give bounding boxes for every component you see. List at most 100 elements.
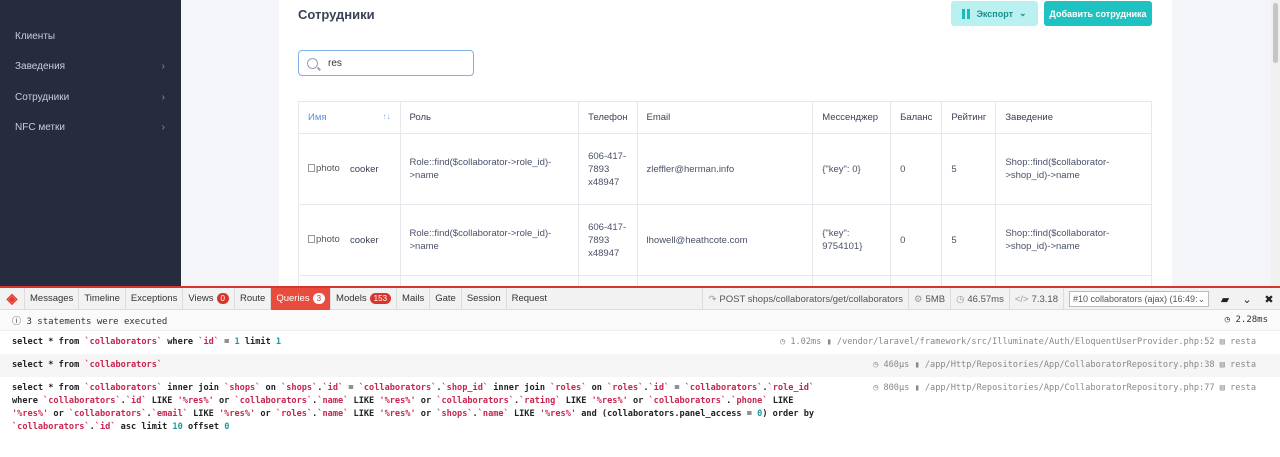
tab-mails[interactable]: Mails xyxy=(396,287,429,310)
minimize-icon[interactable]: ⌄ xyxy=(1236,288,1258,310)
sidebar-item-label: Заведения xyxy=(15,60,66,72)
php-version-info: </> 7.3.18 xyxy=(1008,288,1063,310)
cell-name: photo cooker xyxy=(298,133,401,205)
export-label: Экспорт xyxy=(976,8,1013,19)
request-info: ↷ POST shops/collaborators/get/collaborat… xyxy=(702,288,908,310)
clock-icon: ◷ xyxy=(956,293,965,305)
cell-rating: 5 xyxy=(941,204,997,276)
chevron-right-icon: › xyxy=(161,121,165,133)
column-header-email[interactable]: Email xyxy=(636,101,814,134)
column-header-name[interactable]: Имя ↑↓ xyxy=(298,101,401,134)
main-content: Сотрудники Экспорт ⌄ Добавить сотрудника… xyxy=(181,0,1280,286)
tab-timeline[interactable]: Timeline xyxy=(78,287,125,310)
memory-info: ⚙ 5MB xyxy=(908,288,950,310)
column-header-phone[interactable]: Телефон xyxy=(578,101,638,134)
cell-phone: 606-417-7893 x48947 xyxy=(578,133,638,205)
table-row[interactable]: photo cooker Role::find($collaborator->r… xyxy=(298,133,1152,205)
query-row[interactable]: select * from `collaborators` ◷ 460μs ▮ … xyxy=(0,354,1280,377)
tab-models[interactable]: Models 153 xyxy=(330,287,396,310)
tab-request[interactable]: Request xyxy=(505,287,552,310)
tab-views[interactable]: Views 0 xyxy=(182,287,234,310)
tab-gate[interactable]: Gate xyxy=(429,287,461,310)
search-icon xyxy=(307,57,318,69)
table-header-row: Имя ↑↓ Роль Телефон Email Мессенджер Бала… xyxy=(298,101,1152,134)
export-icon xyxy=(962,8,971,19)
close-icon[interactable]: ✖ xyxy=(1258,288,1280,310)
chevron-right-icon: › xyxy=(161,60,165,72)
column-header-role[interactable]: Роль xyxy=(399,101,580,134)
page-title: Сотрудники xyxy=(298,7,375,22)
cell-rating: 5 xyxy=(941,133,997,205)
dataset-select[interactable]: #10 collaborators (ajax) (16:49: ⌄ xyxy=(1069,291,1209,307)
chevron-down-icon: ⌄ xyxy=(1018,8,1027,18)
table-row[interactable]: photo cooker Role::find($collaborator->r… xyxy=(298,204,1152,276)
scrollbar-thumb[interactable] xyxy=(1273,3,1278,63)
avatar: photo xyxy=(308,234,342,246)
query-meta: ◷ 800μs ▮ /app/Http/Repositories/App/Col… xyxy=(873,383,1256,393)
cell-balance: 0 xyxy=(890,204,943,276)
cell-name: photo cooker xyxy=(298,204,401,276)
folder-icon[interactable]: ▰ xyxy=(1214,288,1236,310)
search-input[interactable] xyxy=(328,57,468,69)
share-icon: ↷ xyxy=(708,293,717,305)
tab-route[interactable]: Route xyxy=(233,287,270,310)
cell-shop: Shop::find($collaborator->shop_id)->name xyxy=(995,133,1152,205)
laravel-logo-icon[interactable]: ◈ xyxy=(0,288,24,310)
cell-email: lhowell@heathcote.com xyxy=(636,204,814,276)
sidebar: Клиенты Заведения › Сотрудники › NFC мет… xyxy=(0,0,181,286)
sidebar-item-collaborators[interactable]: Сотрудники › xyxy=(0,82,181,112)
tab-queries[interactable]: Queries 3 xyxy=(270,287,331,310)
tab-exceptions[interactable]: Exceptions xyxy=(124,287,182,310)
debugbar: ◈ Messages Timeline Exceptions Views 0 Ro… xyxy=(0,286,1280,457)
clock-icon: ◷ xyxy=(1224,315,1231,325)
sidebar-item-label: Клиенты xyxy=(15,30,56,42)
views-badge: 0 xyxy=(216,293,229,304)
query-sql: select * from `collaborators` xyxy=(12,360,163,370)
query-row[interactable]: select * from `collaborators` inner join… xyxy=(0,377,1280,439)
page-scrollbar[interactable] xyxy=(1271,0,1280,286)
debugbar-header: ◈ Messages Timeline Exceptions Views 0 Ro… xyxy=(0,287,1280,310)
sidebar-item-nfc[interactable]: NFC метки › xyxy=(0,112,181,142)
tab-session[interactable]: Session xyxy=(460,287,506,310)
query-meta: ◷ 1.02ms ▮ /vendor/laravel/framework/src… xyxy=(779,337,1256,347)
column-header-messenger[interactable]: Мессенджер xyxy=(812,101,892,134)
collaborators-table: Имя ↑↓ Роль Телефон Email Мессенджер Бала… xyxy=(298,101,1152,286)
app: Клиенты Заведения › Сотрудники › NFC мет… xyxy=(0,0,1280,457)
sidebar-item-label: Сотрудники xyxy=(15,91,70,103)
query-sql: select * from `collaborators` where `id`… xyxy=(12,337,282,347)
sidebar-item-clients[interactable]: Клиенты xyxy=(0,21,181,51)
info-icon: ⓘ xyxy=(12,316,22,327)
debugbar-status: ↷ POST shops/collaborators/get/collaborat… xyxy=(702,288,1280,310)
column-header-balance[interactable]: Баланс xyxy=(890,101,943,134)
models-badge: 153 xyxy=(369,293,392,304)
sort-icon: ↑↓ xyxy=(382,112,391,121)
export-button[interactable]: Экспорт ⌄ xyxy=(951,1,1038,26)
collaborator-name: cooker xyxy=(350,234,379,246)
column-header-rating[interactable]: Рейтинг xyxy=(941,101,997,134)
code-icon: </> xyxy=(1014,293,1029,305)
cell-role: Role::find($collaborator->role_id)->name xyxy=(399,133,580,205)
time-info: ◷ 46.57ms xyxy=(950,288,1009,310)
collaborator-name: cooker xyxy=(350,163,379,175)
cell-messenger: {"key": 0} xyxy=(812,133,892,205)
cell-phone: 606-417-7893 x48947 xyxy=(578,204,638,276)
query-sql: select * from `collaborators` inner join… xyxy=(12,383,815,432)
query-row[interactable]: select * from `collaborators` where `id`… xyxy=(0,331,1280,354)
column-header-shop[interactable]: Заведение xyxy=(995,101,1152,134)
queries-badge: 3 xyxy=(312,293,326,304)
avatar: photo xyxy=(308,163,342,175)
chevron-down-icon: ⌄ xyxy=(1197,293,1206,304)
sidebar-item-shops[interactable]: Заведения › xyxy=(0,51,181,81)
search-box xyxy=(298,50,474,76)
sidebar-item-label: NFC метки xyxy=(15,121,65,133)
collaborators-card: Сотрудники Экспорт ⌄ Добавить сотрудника… xyxy=(279,0,1172,286)
tab-messages[interactable]: Messages xyxy=(24,287,78,310)
add-collaborator-button[interactable]: Добавить сотрудника xyxy=(1044,1,1152,26)
chevron-right-icon: › xyxy=(161,91,165,103)
cell-shop: Shop::find($collaborator->shop_id)->name xyxy=(995,204,1152,276)
cell-role: Role::find($collaborator->role_id)->name xyxy=(399,204,580,276)
cell-email: zleffler@herman.info xyxy=(636,133,814,205)
table-row[interactable] xyxy=(298,275,1152,286)
query-meta: ◷ 460μs ▮ /app/Http/Repositories/App/Col… xyxy=(873,360,1256,370)
cell-messenger: {"key": 9754101} xyxy=(812,204,892,276)
